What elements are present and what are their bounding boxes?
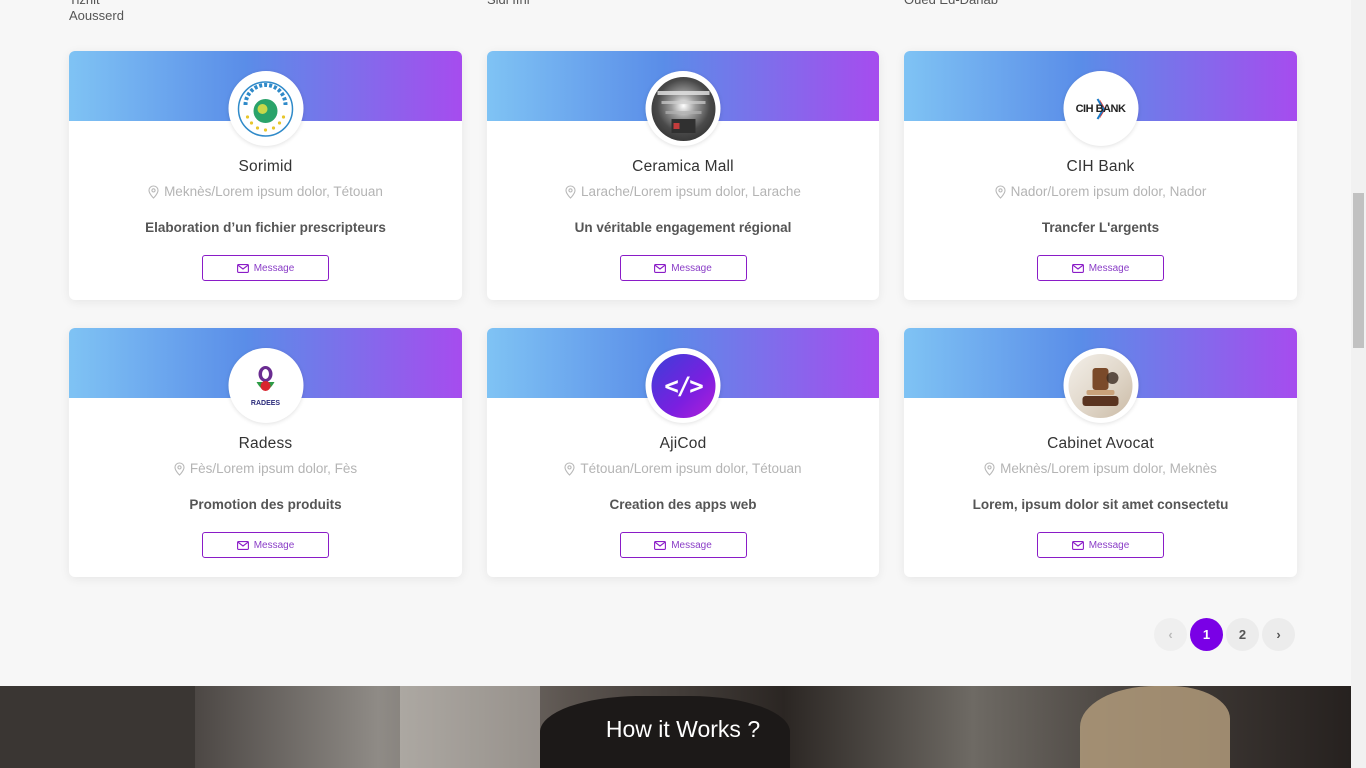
- location-column-2: Sidi Ifni: [487, 0, 530, 8]
- next-page-button[interactable]: ›: [1262, 618, 1295, 651]
- company-avatar: [1063, 348, 1138, 423]
- location-pin-icon: [565, 184, 576, 199]
- code-icon: </>: [651, 353, 715, 418]
- envelope-icon: [1071, 263, 1084, 273]
- envelope-icon: [654, 540, 667, 550]
- company-card: CIH BANK CIH Bank Nador/Lorem ipsum dolo…: [904, 51, 1297, 300]
- envelope-icon: [236, 540, 249, 550]
- message-button[interactable]: Message: [619, 255, 747, 281]
- message-button-label: Message: [253, 262, 295, 274]
- page-button-1[interactable]: 1: [1190, 618, 1223, 651]
- company-cards-grid: Sorimid Meknès/Lorem ipsum dolor, Tétoua…: [69, 51, 1297, 577]
- company-location: Larache/Lorem ipsum dolor, Larache: [487, 184, 879, 199]
- message-button[interactable]: Message: [202, 255, 329, 281]
- company-description: Creation des apps web: [609, 497, 757, 512]
- mall-photo: [651, 76, 715, 141]
- company-card: Cabinet Avocat Meknès/Lorem ipsum dolor,…: [904, 328, 1297, 577]
- company-description: Promotion des produits: [189, 497, 342, 512]
- company-name: AjiCod: [659, 435, 707, 452]
- message-button-label: Message: [1088, 539, 1130, 551]
- location-pin-icon: [564, 461, 575, 476]
- envelope-icon: [236, 263, 249, 273]
- radees-logo: RADEES: [234, 354, 298, 418]
- company-location: Fès/Lorem ipsum dolor, Fès: [69, 461, 462, 476]
- pagination: ‹ 1 2 ›: [1154, 618, 1295, 651]
- section-title: How it Works ?: [605, 716, 761, 742]
- company-description: Trancfer L'argents: [1041, 220, 1160, 235]
- company-avatar: [645, 71, 721, 146]
- company-name: Sorimid: [238, 158, 293, 175]
- company-location: Nador/Lorem ipsum dolor, Nador: [904, 184, 1297, 199]
- location-pin-icon: [995, 184, 1006, 199]
- page-scrollbar[interactable]: [1351, 0, 1366, 768]
- location-text: Tétouan/Lorem ipsum dolor, Tétouan: [580, 461, 802, 476]
- company-description: Elaboration d’un fichier prescripteurs: [145, 220, 386, 235]
- message-button-label: Message: [1088, 262, 1130, 274]
- company-name: Radess: [238, 435, 293, 452]
- location-column-3: Oued Ed-Dahab: [904, 0, 998, 8]
- company-name: CIH Bank: [1066, 158, 1135, 175]
- law-scale-photo: [1068, 353, 1133, 418]
- location-text: Meknès/Lorem ipsum dolor, Meknès: [1000, 461, 1217, 476]
- message-button-label: Message: [671, 539, 712, 551]
- envelope-icon: [1071, 540, 1084, 550]
- message-button[interactable]: Message: [1037, 255, 1164, 281]
- location-text: Meknès/Lorem ipsum dolor, Tétouan: [164, 184, 383, 199]
- location-text: Larache/Lorem ipsum dolor, Larache: [581, 184, 801, 199]
- company-avatar: </>: [645, 348, 721, 423]
- message-button-label: Message: [671, 262, 712, 274]
- prev-page-button[interactable]: ‹: [1154, 618, 1187, 651]
- company-location: Meknès/Lorem ipsum dolor, Tétouan: [69, 184, 462, 199]
- location-text: Tiznit: [69, 0, 124, 8]
- message-button[interactable]: Message: [202, 532, 329, 558]
- company-card: Sorimid Meknès/Lorem ipsum dolor, Tétoua…: [69, 51, 462, 300]
- location-pin-icon: [174, 461, 185, 476]
- message-button[interactable]: Message: [619, 532, 747, 558]
- location-text: Oued Ed-Dahab: [904, 0, 998, 8]
- location-pin-icon: [984, 461, 995, 476]
- location-text: Fès/Lorem ipsum dolor, Fès: [189, 461, 358, 476]
- company-avatar: RADEES: [228, 348, 303, 423]
- company-card: Ceramica Mall Larache/Lorem ipsum dolor,…: [487, 51, 879, 300]
- page-button-2[interactable]: 2: [1226, 618, 1259, 651]
- location-text: Sidi Ifni: [487, 0, 530, 8]
- company-location: Tétouan/Lorem ipsum dolor, Tétouan: [487, 461, 879, 476]
- how-it-works-section: How it Works ?: [0, 686, 1351, 768]
- message-button-label: Message: [253, 539, 295, 551]
- message-button[interactable]: Message: [1037, 532, 1164, 558]
- company-description: Lorem, ipsum dolor sit amet consectetu: [972, 497, 1229, 512]
- company-description: Un véritable engagement régional: [574, 220, 792, 235]
- company-avatar: CIH BANK: [1063, 71, 1138, 146]
- soremed-logo: [234, 77, 298, 141]
- location-text: Aousserd: [69, 8, 124, 23]
- scrollbar-thumb[interactable]: [1353, 193, 1364, 348]
- cih-bank-logo: CIH BANK: [1069, 77, 1133, 141]
- company-name: Cabinet Avocat: [1047, 435, 1154, 452]
- company-avatar: [228, 71, 303, 146]
- company-card: RADEES Radess Fès/Lorem ipsum dolor, Fès…: [69, 328, 462, 577]
- company-card: </> AjiCod Tétouan/Lorem ipsum dolor, Té…: [487, 328, 879, 577]
- company-name: Ceramica Mall: [632, 158, 734, 175]
- location-text: Nador/Lorem ipsum dolor, Nador: [1010, 184, 1207, 199]
- envelope-icon: [654, 263, 667, 273]
- location-column-1: Tiznit Aousserd: [69, 0, 124, 24]
- previous-row-locations: Tiznit Aousserd Sidi Ifni Oued Ed-Dahab: [0, 0, 1351, 30]
- company-location: Meknès/Lorem ipsum dolor, Meknès: [904, 461, 1297, 476]
- location-pin-icon: [148, 184, 159, 199]
